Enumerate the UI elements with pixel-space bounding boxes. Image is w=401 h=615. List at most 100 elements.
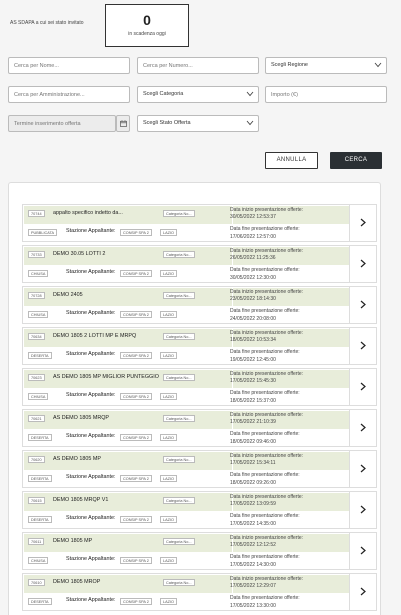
start-date-label: Data inizio presentazione offerte: (230, 494, 304, 500)
tender-title[interactable]: DEMO 1805 MP (53, 538, 92, 544)
station-badge: CONSIP SPA 2 (120, 598, 152, 605)
tender-title[interactable]: AS DEMO 1805 MP MIGLIOR PUNTEGGIO (53, 374, 159, 380)
category-badge: Categoria No... (163, 538, 195, 545)
end-date-label: Data fine presentazione offerte: (230, 349, 300, 355)
tender-id-badge: 70744 (28, 210, 45, 217)
station-badge: CONSIP SPA 2 (120, 229, 152, 236)
open-row-button[interactable] (349, 369, 376, 405)
start-date-value: 17/05/2022 15:45:30 (230, 378, 276, 384)
station-badge: CONSIP SPA 2 (120, 311, 152, 318)
region-select[interactable]: Scegli Regione (265, 57, 387, 74)
deadline-date-input[interactable] (8, 115, 116, 132)
open-row-button[interactable] (349, 246, 376, 282)
start-date-label: Data inizio presentazione offerte: (230, 289, 304, 295)
end-date-value: 30/05/2022 12:30:00 (230, 275, 276, 281)
status-badge: CHIUSA (28, 557, 49, 564)
tender-id-badge: 70728 (28, 292, 45, 299)
open-row-button[interactable] (349, 574, 376, 610)
station-label: Stazione Appaltante: (66, 392, 116, 398)
end-date-value: 17/05/2022 13:30:00 (230, 603, 276, 609)
tender-title[interactable]: DEMO 1805 2 LOTTI MP E MRPQ (53, 333, 136, 339)
counter-label: in scadenza oggi (128, 31, 166, 37)
tender-id-badge: 70620 (28, 456, 45, 463)
open-row-button[interactable] (349, 328, 376, 364)
category-badge: Categoria No... (163, 251, 195, 258)
tender-title[interactable]: AS DEMO 1805 MP (53, 456, 101, 462)
start-date-label: Data inizio presentazione offerte: (230, 576, 304, 582)
chevron-right-icon (360, 341, 366, 350)
end-date-label: Data fine presentazione offerte: (230, 431, 300, 437)
tender-row[interactable]: 70615 DEMO 1805 MRQP V1 Categoria No... DES… (22, 491, 377, 529)
open-row-button[interactable] (349, 410, 376, 446)
chevron-right-icon (360, 218, 366, 227)
expiring-today-counter[interactable]: 0 in scadenza oggi (105, 4, 189, 47)
end-date-value: 19/05/2022 12:45:00 (230, 357, 276, 363)
category-badge: Categoria No... (163, 210, 195, 217)
station-badge: CONSIP SPA 2 (120, 475, 152, 482)
tender-title[interactable]: AS DEMO 1805 MRQP (53, 415, 109, 421)
search-button[interactable]: CERCA (330, 152, 382, 169)
cancel-button[interactable]: ANNULLA (265, 152, 318, 169)
category-badge: Categoria No... (163, 374, 195, 381)
tender-id-badge: 70621 (28, 415, 45, 422)
tender-id-badge: 70634 (28, 333, 45, 340)
amount-input[interactable] (265, 86, 387, 103)
station-badge: CONSIP SPA 2 (120, 270, 152, 277)
status-badge: DESERTA (28, 434, 52, 441)
search-administration-input[interactable] (8, 86, 130, 103)
category-badge: Categoria No... (163, 415, 195, 422)
chevron-right-icon (360, 587, 366, 596)
region-badge: LAZIO (160, 475, 177, 482)
tender-row[interactable]: 70728 DEMO 2405 Categoria No... CHIUSA Stazi… (22, 286, 377, 324)
tender-title[interactable]: DEMO 2405 (53, 292, 83, 298)
tender-row[interactable]: 70744 appalto specifico indetto da... Cate… (22, 204, 377, 242)
start-date-value: 30/05/2022 12:53:37 (230, 214, 276, 220)
open-row-button[interactable] (349, 492, 376, 528)
tender-row[interactable]: 70610 DEMO 1805 MROP Categoria No... DESERT… (22, 573, 377, 611)
tender-row[interactable]: 70621 AS DEMO 1805 MRQP Categoria No... DES… (22, 409, 377, 447)
station-label: Stazione Appaltante: (66, 269, 116, 275)
tender-title[interactable]: DEMO 30.05 LOTTI 2 (53, 251, 105, 257)
category-badge: Categoria No... (163, 292, 195, 299)
category-select[interactable]: Scegli Categoria (137, 86, 259, 103)
category-badge: Categoria No... (163, 456, 195, 463)
tender-id-badge: 70615 (28, 497, 45, 504)
open-row-button[interactable] (349, 451, 376, 487)
chevron-down-icon (374, 62, 382, 68)
tender-id-badge: 70610 (28, 579, 45, 586)
tender-title[interactable]: appalto specifico indetto da... (53, 210, 123, 216)
region-badge: LAZIO (160, 352, 177, 359)
category-badge: Categoria No... (163, 579, 195, 586)
status-badge: DESERTA (28, 352, 52, 359)
search-name-input[interactable] (8, 57, 130, 74)
region-select-value: Scegli Regione (271, 62, 308, 68)
end-date-value: 18/05/2022 09:46:00 (230, 439, 276, 445)
start-date-value: 17/05/2022 12:12:52 (230, 542, 276, 548)
offer-state-select[interactable]: Scegli Stato Offerta (137, 115, 259, 132)
end-date-label: Data fine presentazione offerte: (230, 472, 300, 478)
start-date-label: Data inizio presentazione offerte: (230, 207, 304, 213)
tender-title[interactable]: DEMO 1805 MRQP V1 (53, 497, 108, 503)
open-row-button[interactable] (349, 287, 376, 323)
tender-title[interactable]: DEMO 1805 MROP (53, 579, 100, 585)
end-date-label: Data fine presentazione offerte: (230, 308, 300, 314)
open-row-button[interactable] (349, 205, 376, 241)
search-number-input[interactable] (137, 57, 259, 74)
open-row-button[interactable] (349, 533, 376, 569)
end-date-value: 24/05/2022 20:08:00 (230, 316, 276, 322)
end-date-label: Data fine presentazione offerte: (230, 554, 300, 560)
station-label: Stazione Appaltante: (66, 597, 116, 603)
tender-row[interactable]: 70733 DEMO 30.05 LOTTI 2 Categoria No... CH… (22, 245, 377, 283)
tender-row[interactable]: 70623 AS DEMO 1805 MP MIGLIOR PUNTEGGIO Ca… (22, 368, 377, 406)
tender-row[interactable]: 70620 AS DEMO 1805 MP Categoria No... DESER… (22, 450, 377, 488)
calendar-icon[interactable] (116, 115, 130, 132)
chevron-right-icon (360, 382, 366, 391)
end-date-value: 17/05/2022 14:35:00 (230, 521, 276, 527)
tender-row[interactable]: 70611 DEMO 1805 MP Categoria No... CHIUSA St… (22, 532, 377, 570)
end-date-label: Data fine presentazione offerte: (230, 267, 300, 273)
tender-row[interactable]: 70634 DEMO 1805 2 LOTTI MP E MRPQ Categori… (22, 327, 377, 365)
chevron-down-icon (246, 120, 254, 126)
status-badge: CHIUSA (28, 393, 49, 400)
tender-list: 70744 appalto specifico indetto da... Cate… (8, 182, 381, 615)
status-badge: DESERTA (28, 598, 52, 605)
